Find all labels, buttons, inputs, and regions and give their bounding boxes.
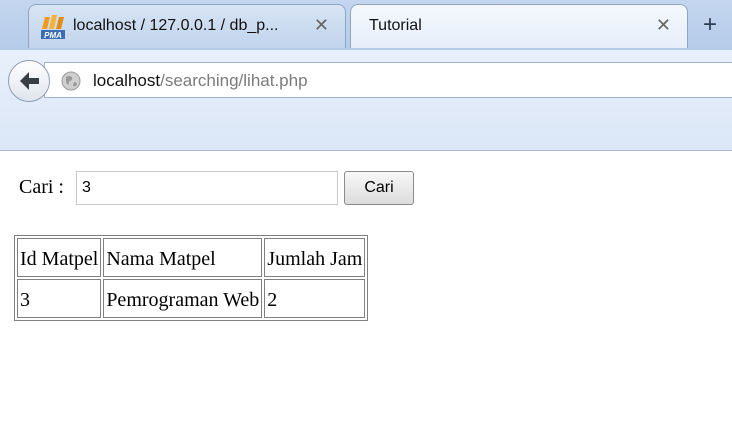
cell-jumlah-jam: 2 xyxy=(264,279,366,318)
column-header-nama-matpel: Nama Matpel xyxy=(103,238,263,277)
url-text: localhost/searching/lihat.php xyxy=(93,71,308,91)
column-header-jumlah-jam: Jumlah Jam xyxy=(264,238,366,277)
tab-phpmyadmin[interactable]: PMA localhost / 127.0.0.1 / db_p... ✕ xyxy=(28,4,346,48)
globe-icon xyxy=(61,71,81,91)
back-button[interactable] xyxy=(8,60,50,102)
tab-title: localhost / 127.0.0.1 / db_p... xyxy=(73,17,279,34)
new-tab-button[interactable]: + xyxy=(688,4,732,48)
url-path: /searching/lihat.php xyxy=(160,71,308,90)
tab-title: Tutorial xyxy=(369,17,422,34)
results-table: Id Matpel Nama Matpel Jumlah Jam 3 Pemro… xyxy=(14,235,369,321)
svg-text:PMA: PMA xyxy=(44,31,62,40)
cell-id-matpel: 3 xyxy=(17,279,102,318)
close-tab-icon[interactable]: ✕ xyxy=(656,15,671,36)
close-tab-icon[interactable]: ✕ xyxy=(314,15,329,36)
navigation-bar: localhost/searching/lihat.php xyxy=(0,50,732,151)
column-header-id-matpel: Id Matpel xyxy=(17,238,102,277)
cell-nama-matpel: Pemrograman Web xyxy=(103,279,263,318)
search-button[interactable]: Cari xyxy=(344,171,414,205)
table-row: 3 Pemrograman Web 2 xyxy=(17,279,366,318)
search-label: Cari : xyxy=(19,176,64,198)
phpmyadmin-icon: PMA xyxy=(41,15,65,40)
table-header-row: Id Matpel Nama Matpel Jumlah Jam xyxy=(17,238,366,277)
url-host: localhost xyxy=(93,71,161,90)
page-content: Cari : Cari Id Matpel Nama Matpel Jumlah… xyxy=(0,151,732,438)
arrow-left-icon xyxy=(20,72,39,90)
tab-tutorial[interactable]: Tutorial ✕ xyxy=(350,4,688,48)
browser-chrome: PMA localhost / 127.0.0.1 / db_p... ✕ Tu… xyxy=(0,0,732,151)
tab-strip: PMA localhost / 127.0.0.1 / db_p... ✕ Tu… xyxy=(0,0,732,50)
address-bar[interactable]: localhost/searching/lihat.php xyxy=(44,62,732,98)
search-input[interactable] xyxy=(76,171,338,205)
